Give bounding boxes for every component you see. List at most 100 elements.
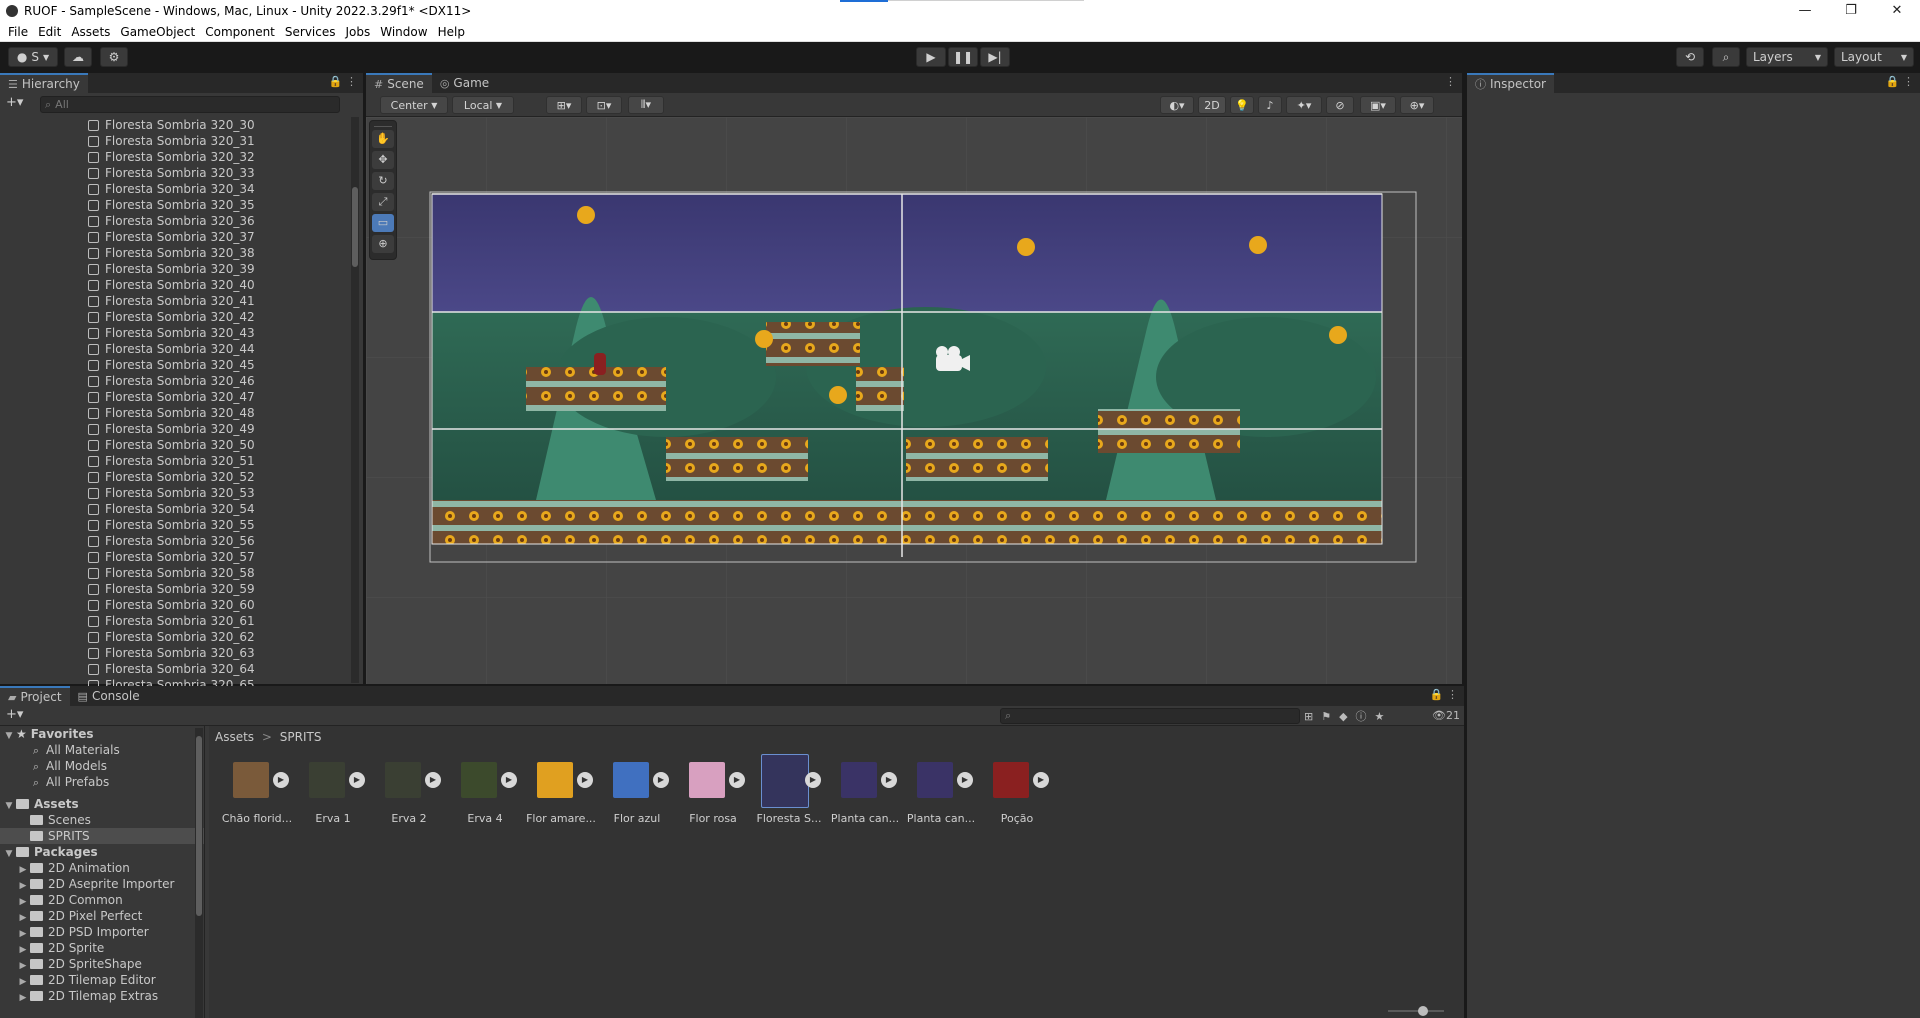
snap-increment-icon[interactable]: ⊡▾: [586, 96, 622, 114]
history-icon[interactable]: ⟲: [1676, 47, 1704, 67]
hierarchy-menu-icon[interactable]: 🔒 ⋮: [329, 75, 357, 88]
tab-console[interactable]: ▤ Console: [69, 686, 148, 706]
breadcrumb-sprits[interactable]: SPRITS: [280, 730, 322, 744]
tree-package-item[interactable]: ▶ 2D SpriteShape: [0, 956, 204, 972]
hierarchy-item[interactable]: Floresta Sombria 320_31: [0, 133, 350, 149]
zoom-slider-handle[interactable]: [1418, 1006, 1428, 1016]
breadcrumb-assets[interactable]: Assets: [215, 730, 254, 744]
asset-item[interactable]: ▶ Erva 1: [295, 762, 371, 834]
expand-sprite-icon[interactable]: ▶: [805, 772, 821, 788]
tree-favorite-item[interactable]: ⌕ All Materials: [0, 742, 204, 758]
asset-item[interactable]: ▶ Flor amare...: [523, 762, 599, 834]
gizmos-icon[interactable]: ⊕▾: [1400, 96, 1434, 114]
toggle-2d-button[interactable]: 2D: [1198, 96, 1226, 114]
menu-gameobject[interactable]: GameObject: [120, 25, 195, 39]
hierarchy-search-input[interactable]: ⌕ All: [40, 96, 340, 113]
hierarchy-item[interactable]: Floresta Sombria 320_57: [0, 549, 350, 565]
tree-package-item[interactable]: ▶ 2D Aseprite Importer: [0, 876, 204, 892]
hierarchy-item[interactable]: Floresta Sombria 320_56: [0, 533, 350, 549]
hierarchy-item[interactable]: Floresta Sombria 320_64: [0, 661, 350, 677]
expand-sprite-icon[interactable]: ▶: [425, 772, 441, 788]
pause-button[interactable]: ❚❚: [948, 47, 978, 67]
hierarchy-item[interactable]: Floresta Sombria 320_36: [0, 213, 350, 229]
menu-window[interactable]: Window: [380, 25, 427, 39]
tab-game[interactable]: ◎ Game: [431, 73, 498, 93]
expand-sprite-icon[interactable]: ▶: [653, 772, 669, 788]
account-dropdown[interactable]: ● S ▼: [8, 47, 58, 67]
menu-help[interactable]: Help: [438, 25, 465, 39]
asset-item[interactable]: ▶ Erva 4: [447, 762, 523, 834]
asset-item[interactable]: ▶ Floresta S...: [751, 754, 827, 834]
expand-sprite-icon[interactable]: ▶: [957, 772, 973, 788]
expand-sprite-icon[interactable]: ▶: [349, 772, 365, 788]
tree-favorite-item[interactable]: ⌕ All Models: [0, 758, 204, 774]
tree-package-item[interactable]: ▶ 2D Animation: [0, 860, 204, 876]
hierarchy-scroll-thumb[interactable]: [352, 187, 358, 267]
hierarchy-item[interactable]: Floresta Sombria 320_46: [0, 373, 350, 389]
camera-icon[interactable]: ▣▾: [1360, 96, 1396, 114]
tree-assets[interactable]: ▼ Assets: [0, 796, 204, 812]
hierarchy-item[interactable]: Floresta Sombria 320_32: [0, 149, 350, 165]
expand-sprite-icon[interactable]: ▶: [501, 772, 517, 788]
tree-favorites[interactable]: ▼ ★ Favorites: [0, 726, 204, 742]
scale-tool-icon[interactable]: ⤢: [372, 193, 394, 211]
tree-packages[interactable]: ▼ Packages: [0, 844, 204, 860]
asset-item[interactable]: ▶ Flor rosa: [675, 762, 751, 834]
asset-item[interactable]: ▶ Erva 2: [371, 762, 447, 834]
rect-tool-icon[interactable]: ▭: [372, 214, 394, 232]
step-button[interactable]: ▶|: [980, 47, 1010, 67]
hierarchy-item[interactable]: Floresta Sombria 320_48: [0, 405, 350, 421]
create-asset-button[interactable]: +▾: [6, 707, 23, 722]
hidden-packages-count[interactable]: 👁21: [1432, 709, 1460, 722]
asset-item[interactable]: ▶ Chão florid...: [219, 762, 295, 834]
asset-item[interactable]: ▶ Flor azul: [599, 762, 675, 834]
hierarchy-item[interactable]: Floresta Sombria 320_42: [0, 309, 350, 325]
tree-package-item[interactable]: ▶ 2D Tilemap Editor: [0, 972, 204, 988]
expand-sprite-icon[interactable]: ▶: [729, 772, 745, 788]
cloud-icon[interactable]: ☁: [64, 47, 92, 67]
hierarchy-item[interactable]: Floresta Sombria 320_37: [0, 229, 350, 245]
hand-tool-icon[interactable]: ✋: [372, 130, 394, 148]
project-tree-scroll-thumb[interactable]: [196, 736, 202, 916]
tab-project[interactable]: ▰ Project: [0, 686, 70, 706]
create-button[interactable]: +▾: [6, 95, 23, 110]
hierarchy-item[interactable]: Floresta Sombria 320_58: [0, 565, 350, 581]
hierarchy-item[interactable]: Floresta Sombria 320_59: [0, 581, 350, 597]
effects-icon[interactable]: ✦▾: [1286, 96, 1322, 114]
project-search-input[interactable]: ⌕: [1000, 708, 1300, 724]
menu-edit[interactable]: Edit: [38, 25, 61, 39]
hierarchy-item[interactable]: Floresta Sombria 320_35: [0, 197, 350, 213]
hierarchy-item[interactable]: Floresta Sombria 320_50: [0, 437, 350, 453]
tree-asset-folder[interactable]: SPRITS: [0, 828, 204, 844]
tree-package-item[interactable]: ▶ 2D Sprite: [0, 940, 204, 956]
hierarchy-item[interactable]: Floresta Sombria 320_52: [0, 469, 350, 485]
foldout-icon[interactable]: ▶: [16, 990, 30, 1006]
hierarchy-item[interactable]: Floresta Sombria 320_41: [0, 293, 350, 309]
hierarchy-scrollbar[interactable]: [351, 117, 359, 683]
move-tool-icon[interactable]: ✥: [372, 151, 394, 169]
zoom-slider[interactable]: [1388, 1006, 1444, 1016]
hierarchy-item[interactable]: Floresta Sombria 320_43: [0, 325, 350, 341]
tree-favorite-item[interactable]: ⌕ All Prefabs: [0, 774, 204, 790]
asset-item[interactable]: ▶ Planta can...: [827, 762, 903, 834]
menu-component[interactable]: Component: [205, 25, 275, 39]
minimize-button[interactable]: —: [1782, 0, 1828, 22]
project-filter-icons[interactable]: ⊞⚑◆ⓘ★: [1304, 708, 1392, 724]
tree-package-item[interactable]: ▶ 2D PSD Importer: [0, 924, 204, 940]
maximize-button[interactable]: ❐: [1828, 0, 1874, 22]
visibility-icon[interactable]: ⊘: [1326, 96, 1354, 114]
hierarchy-item[interactable]: Floresta Sombria 320_40: [0, 277, 350, 293]
inspector-menu-icon[interactable]: 🔒 ⋮: [1886, 75, 1914, 88]
scene-canvas[interactable]: [366, 117, 1462, 684]
expand-sprite-icon[interactable]: ▶: [273, 772, 289, 788]
close-button[interactable]: ✕: [1874, 0, 1920, 22]
menu-services[interactable]: Services: [285, 25, 336, 39]
hierarchy-item[interactable]: Floresta Sombria 320_63: [0, 645, 350, 661]
tab-inspector[interactable]: ⓘ Inspector: [1467, 73, 1554, 93]
pivot-dropdown[interactable]: Center ▼: [380, 96, 448, 114]
expand-sprite-icon[interactable]: ▶: [577, 772, 593, 788]
hierarchy-item[interactable]: Floresta Sombria 320_54: [0, 501, 350, 517]
grid-snap-icon[interactable]: ⊞▾: [546, 96, 582, 114]
hierarchy-item[interactable]: Floresta Sombria 320_38: [0, 245, 350, 261]
play-button[interactable]: ▶: [916, 47, 946, 67]
